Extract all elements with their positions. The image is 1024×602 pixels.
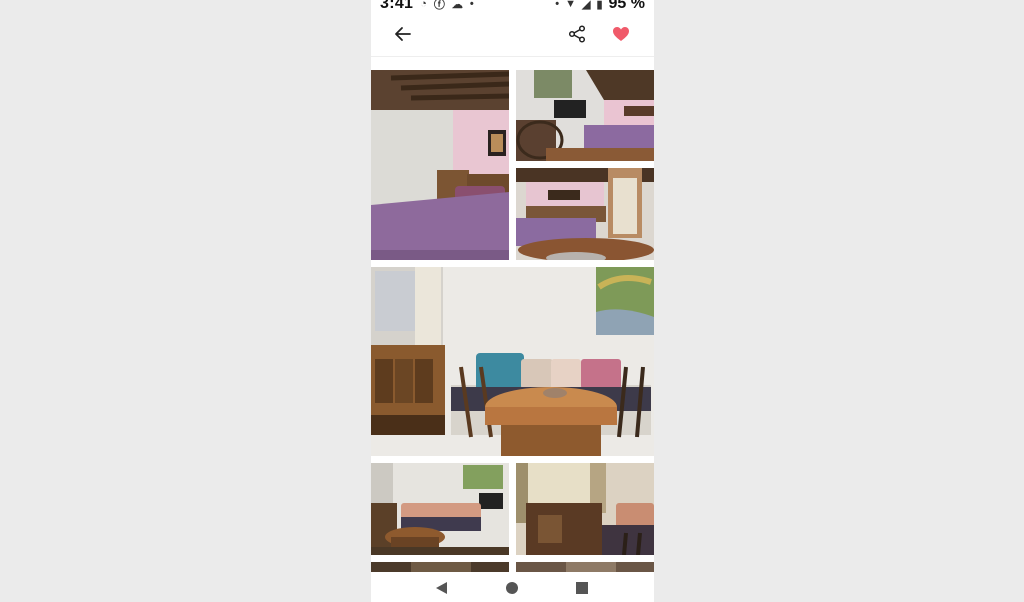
status-bar: 3:41 ◔ ⓕ ☁ • • ▼ ◢ ▮ 95 % — [371, 0, 654, 14]
nav-recents-icon[interactable] — [575, 581, 589, 595]
phone-screen: 3:41 ◔ ⓕ ☁ • • ▼ ◢ ▮ 95 % — [371, 0, 654, 602]
bedroom-photo[interactable] — [371, 70, 509, 260]
share-icon[interactable] — [567, 24, 587, 44]
nav-back-icon[interactable] — [435, 581, 449, 595]
app-toolbar — [371, 14, 654, 57]
partial-photo-bottom-left[interactable] — [371, 562, 509, 572]
facebook-icon: ⓕ — [433, 0, 445, 11]
nav-home-icon[interactable] — [505, 581, 519, 595]
back-arrow-icon[interactable] — [393, 24, 413, 44]
heart-icon[interactable] — [611, 24, 631, 44]
bedroom-tv-photo[interactable] — [516, 70, 654, 161]
status-time: 3:41 — [380, 0, 414, 12]
dot-icon: • — [555, 0, 560, 10]
dot-icon: • — [469, 0, 474, 10]
battery-icon: ▮ — [596, 0, 603, 11]
bedroom-door-photo[interactable] — [516, 168, 654, 260]
battery-level: 95 % — [608, 0, 645, 12]
wifi-icon: ▼ — [565, 0, 576, 10]
signal-icon: ◢ — [582, 0, 591, 11]
whatsapp-icon: ◔ — [420, 0, 427, 10]
living-room-photo[interactable] — [371, 463, 509, 555]
partial-photo-bottom-right[interactable] — [516, 562, 654, 572]
sitting-area-photo[interactable] — [516, 463, 654, 555]
system-nav-bar — [371, 572, 654, 602]
messenger-icon: ☁ — [451, 0, 463, 11]
dining-living-room-photo[interactable] — [371, 267, 654, 456]
